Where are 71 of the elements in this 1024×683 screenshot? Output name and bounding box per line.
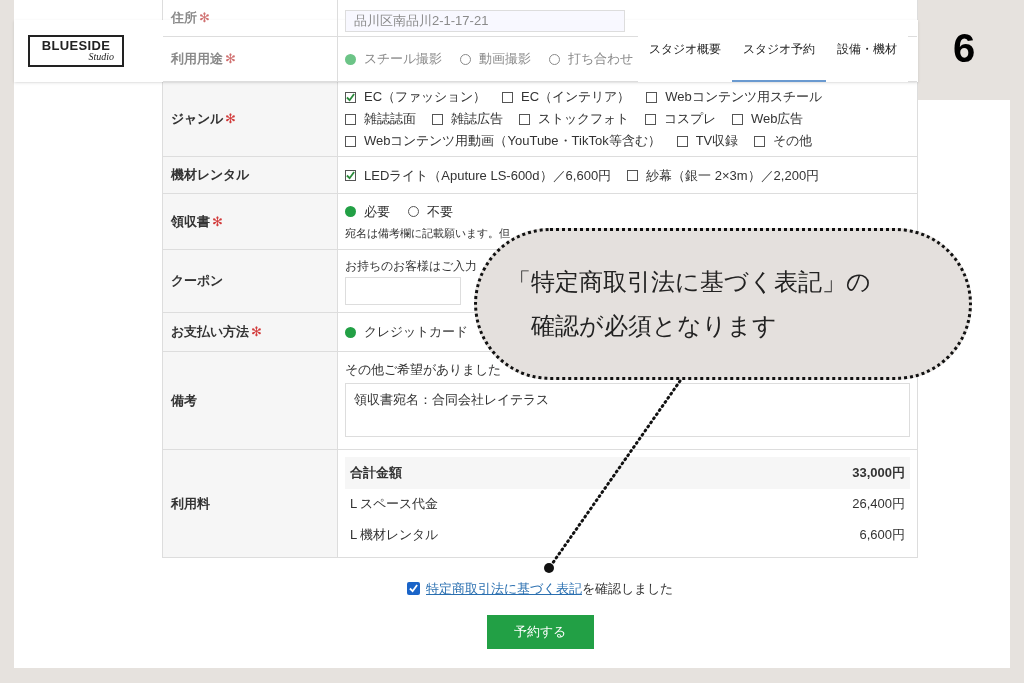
option-label: 雑誌誌面 bbox=[364, 110, 416, 128]
fee-amount: 6,600円 bbox=[859, 526, 905, 545]
field-label: お支払い方法 bbox=[171, 323, 249, 342]
hint-text: お持ちのお客様はご入力 bbox=[345, 258, 478, 275]
option-label: Webコンテンツ用スチール bbox=[665, 88, 822, 106]
option-label: クレジットカード bbox=[364, 323, 468, 342]
checkbox[interactable] bbox=[754, 135, 766, 147]
option-label: 動画撮影 bbox=[479, 50, 531, 69]
checkbox[interactable] bbox=[676, 135, 688, 147]
option-label: 雑誌広告 bbox=[451, 110, 503, 128]
field-label: クーポン bbox=[171, 272, 223, 291]
checkbox[interactable] bbox=[432, 113, 443, 125]
required-mark: ✻ bbox=[225, 50, 236, 69]
input-field[interactable] bbox=[345, 277, 461, 305]
field-label: 領収書 bbox=[171, 212, 210, 231]
step-number: 6 bbox=[952, 28, 976, 68]
option-label: コスプレ bbox=[664, 110, 716, 128]
checkbox[interactable] bbox=[732, 113, 743, 125]
fee-label: L スペース代金 bbox=[350, 495, 439, 514]
checkbox[interactable] bbox=[345, 169, 356, 181]
option-label: スチール撮影 bbox=[364, 50, 442, 69]
checkbox[interactable] bbox=[627, 169, 639, 181]
option-label: 紗幕（銀一 2×3m）／2,200円 bbox=[646, 166, 820, 185]
checkbox[interactable] bbox=[502, 91, 514, 103]
fee-label: L 機材レンタル bbox=[350, 526, 439, 545]
total-label: 合計金額 bbox=[350, 463, 402, 482]
checkbox[interactable] bbox=[646, 91, 658, 103]
field-label: 利用用途 bbox=[171, 50, 223, 69]
hint-text: その他ご希望がありました bbox=[345, 361, 502, 379]
fee-amount: 26,400円 bbox=[852, 495, 905, 514]
nav-link[interactable]: スタジオ予約 bbox=[732, 20, 826, 82]
radio-button[interactable] bbox=[345, 206, 356, 218]
checkbox[interactable] bbox=[407, 582, 420, 596]
input-field[interactable]: 品川区南品川2-1-17-21 bbox=[345, 10, 625, 32]
option-label: LEDライト（Aputure LS-600d）／6,600円 bbox=[364, 166, 612, 185]
checkbox[interactable] bbox=[645, 113, 656, 125]
legal-notice-link[interactable]: 特定商取引法に基づく表記 bbox=[426, 581, 582, 596]
option-label: 必要 bbox=[364, 203, 390, 221]
option-label: Web広告 bbox=[751, 110, 804, 128]
radio-button[interactable] bbox=[345, 326, 356, 338]
callout-text: 確認が必須となります bbox=[530, 311, 778, 341]
option-label: 打ち合わせ bbox=[568, 50, 633, 69]
required-mark: ✻ bbox=[251, 323, 262, 342]
required-mark: ✻ bbox=[199, 9, 210, 28]
required-mark: ✻ bbox=[225, 110, 236, 129]
option-label: ストックフォト bbox=[538, 110, 629, 128]
option-label: EC（インテリア） bbox=[521, 88, 631, 106]
logo[interactable]: BLUESIDE Studio bbox=[28, 35, 124, 67]
radio-button[interactable] bbox=[408, 206, 419, 218]
option-label: TV収録 bbox=[695, 132, 739, 150]
option-label: 不要 bbox=[427, 203, 453, 221]
option-label: その他 bbox=[773, 132, 813, 150]
required-mark: ✻ bbox=[212, 212, 223, 231]
field-label: ジャンル bbox=[171, 110, 223, 129]
checkbox[interactable] bbox=[519, 113, 530, 125]
text-area[interactable]: 領収書宛名：合同会社レイテラス bbox=[345, 382, 910, 437]
field-label: 機材レンタル bbox=[171, 166, 249, 185]
field-label: 住所 bbox=[171, 9, 197, 28]
callout-text: 「特定商取引法に基づく表記」の bbox=[507, 267, 872, 297]
option-label: Webコンテンツ用動画（YouTube・TikTok等含む） bbox=[364, 132, 661, 150]
checkbox[interactable] bbox=[345, 91, 356, 103]
nav-link[interactable]: 設備・機材 bbox=[826, 20, 908, 82]
checkbox[interactable] bbox=[345, 113, 356, 125]
checkbox[interactable] bbox=[345, 135, 356, 147]
option-label: EC（ファッション） bbox=[364, 88, 487, 106]
total-amount: 33,000円 bbox=[852, 463, 905, 482]
field-label: 利用料 bbox=[171, 494, 210, 513]
consent-text: 特定商取引法に基づく表記を確認しました bbox=[426, 580, 673, 598]
note-text: 宛名は備考欄に記載願います。但 bbox=[345, 225, 511, 241]
nav-link[interactable]: スタジオ概要 bbox=[638, 20, 732, 82]
field-label: 備考 bbox=[171, 391, 197, 410]
